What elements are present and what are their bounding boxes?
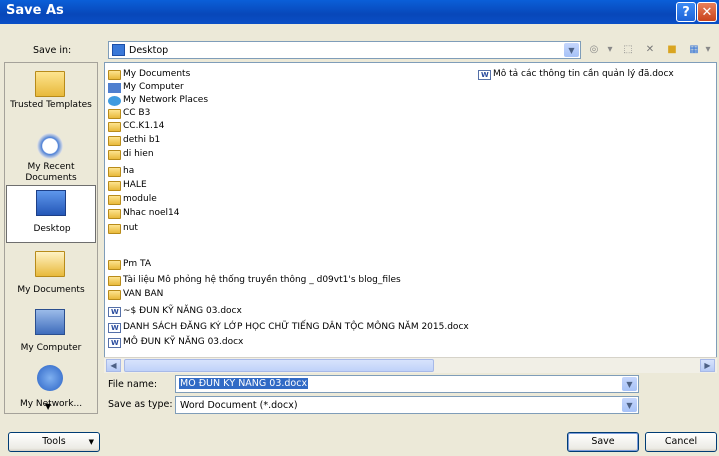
delete-icon[interactable]: ✕ xyxy=(642,43,658,57)
save-in-combo[interactable]: Desktop ▼ xyxy=(108,41,581,59)
place-desktop[interactable]: Desktop xyxy=(6,185,96,243)
list-item[interactable]: My Documents xyxy=(107,68,190,81)
save-as-dialog: Save As ? ✕ Save in: Desktop ▼ ◎ ▾ ⬚ ✕ ■… xyxy=(0,0,719,456)
list-item[interactable]: dethi b1 xyxy=(107,134,160,147)
chevron-down-icon: ▼ xyxy=(88,438,94,446)
my-computer-icon xyxy=(35,309,65,335)
place-label: Trusted Templates xyxy=(10,100,92,110)
network-icon xyxy=(108,96,121,106)
place-my-computer[interactable]: My Computer xyxy=(6,305,96,363)
file-list[interactable]: My Documents My Computer My Network Plac… xyxy=(104,62,717,372)
file-name-label: File name: xyxy=(108,379,158,390)
list-item[interactable]: My Computer xyxy=(107,81,184,94)
title-bar: Save As ? ✕ xyxy=(0,0,719,24)
list-item[interactable]: module xyxy=(107,193,157,206)
save-in-value: Desktop xyxy=(129,45,169,56)
file-name-input[interactable]: MÔ ĐUN KỸ NĂNG 03.docx ▼ xyxy=(175,375,639,393)
dropdown-arrow-icon[interactable]: ▾ xyxy=(602,43,618,57)
folder-icon xyxy=(108,290,121,300)
list-item[interactable]: CC B3 xyxy=(107,107,150,120)
back-icon[interactable]: ◎ xyxy=(586,43,602,57)
list-item[interactable]: DANH SÁCH ĐĂNG KÝ LỚP HỌC CHỮ TIẾNG DÂN … xyxy=(107,321,469,335)
desktop-small-icon xyxy=(112,44,125,56)
list-item[interactable]: ha xyxy=(107,165,134,178)
place-label: My Computer xyxy=(20,343,82,353)
dialog-title: Save As xyxy=(6,3,64,18)
save-in-label: Save in: xyxy=(33,45,72,56)
chevron-down-icon[interactable]: ▼ xyxy=(622,398,637,412)
word-document-icon xyxy=(108,322,121,335)
folder-icon xyxy=(35,71,65,97)
folder-icon xyxy=(108,209,121,219)
list-item[interactable]: My Network Places xyxy=(107,94,208,107)
folder-icon xyxy=(108,122,121,132)
folder-icon xyxy=(108,195,121,205)
desktop-icon xyxy=(36,190,66,216)
scrollbar-thumb[interactable] xyxy=(124,359,434,372)
list-item[interactable]: Mô tả các thông tin cần quản lý đã.docx xyxy=(477,68,674,82)
list-item[interactable]: Pm TA xyxy=(107,258,151,271)
my-documents-icon xyxy=(35,251,65,277)
folder-icon xyxy=(108,276,121,286)
my-computer-icon xyxy=(108,83,121,93)
cancel-button[interactable]: Cancel xyxy=(645,432,717,452)
chevron-down-icon[interactable]: ▼ xyxy=(564,43,579,57)
folder-icon xyxy=(108,109,121,119)
list-item[interactable]: Tài liệu Mô phỏng hệ thống truyền thông … xyxy=(107,274,401,287)
place-trusted-templates[interactable]: Trusted Templates xyxy=(6,67,96,125)
list-item[interactable]: nut xyxy=(107,222,138,235)
chevron-down-icon[interactable]: ▼ xyxy=(622,377,637,391)
views-dropdown-icon[interactable]: ▾ xyxy=(703,43,713,57)
recent-documents-icon xyxy=(37,133,63,159)
save-as-type-label: Save as type: xyxy=(108,399,173,410)
views-icon[interactable]: ▦ xyxy=(686,43,702,57)
folder-icon xyxy=(108,150,121,160)
scroll-right-icon[interactable]: ▶ xyxy=(700,359,715,372)
list-item[interactable]: CC.K1.14 xyxy=(107,120,164,133)
place-label: My Recent Documents xyxy=(25,162,77,183)
list-item[interactable]: di hien xyxy=(107,148,154,161)
folder-icon xyxy=(108,224,121,234)
save-button[interactable]: Save xyxy=(567,432,639,452)
word-document-icon xyxy=(108,306,121,319)
close-button[interactable]: ✕ xyxy=(697,2,717,22)
tools-button[interactable]: Tools ▼ xyxy=(8,432,100,452)
my-documents-icon xyxy=(108,70,121,80)
scroll-left-icon[interactable]: ◀ xyxy=(106,359,121,372)
place-label: My Documents xyxy=(17,285,85,295)
file-name-value: MÔ ĐUN KỸ NĂNG 03.docx xyxy=(179,378,309,389)
save-as-type-value: Word Document (*.docx) xyxy=(180,400,298,411)
word-document-icon xyxy=(478,69,491,82)
help-button[interactable]: ? xyxy=(676,2,696,22)
up-folder-icon[interactable]: ⬚ xyxy=(620,43,636,57)
word-document-icon xyxy=(108,337,121,350)
list-item[interactable]: VAN BAN xyxy=(107,288,163,301)
place-my-documents[interactable]: My Documents xyxy=(6,247,96,305)
save-as-type-select[interactable]: Word Document (*.docx) ▼ xyxy=(175,396,639,414)
folder-icon xyxy=(108,260,121,270)
folder-icon xyxy=(108,181,121,191)
horizontal-scrollbar[interactable]: ◀ ▶ xyxy=(104,357,717,373)
place-recent-documents[interactable]: My Recent Documents xyxy=(6,129,96,187)
list-item[interactable]: Nhac noel14 xyxy=(107,207,179,220)
list-item[interactable]: ~$ ĐUN KỸ NĂNG 03.docx xyxy=(107,305,242,319)
network-icon xyxy=(37,365,63,391)
places-bar: Trusted Templates My Recent Documents De… xyxy=(4,62,98,414)
folder-icon xyxy=(108,136,121,146)
list-item[interactable]: HALE xyxy=(107,179,147,192)
new-folder-icon[interactable]: ■ xyxy=(664,43,680,57)
places-scroll-down-icon[interactable]: ▼ xyxy=(45,402,51,411)
list-item[interactable]: MÔ ĐUN KỸ NĂNG 03.docx xyxy=(107,336,243,350)
folder-icon xyxy=(108,167,121,177)
place-label: Desktop xyxy=(33,224,71,234)
